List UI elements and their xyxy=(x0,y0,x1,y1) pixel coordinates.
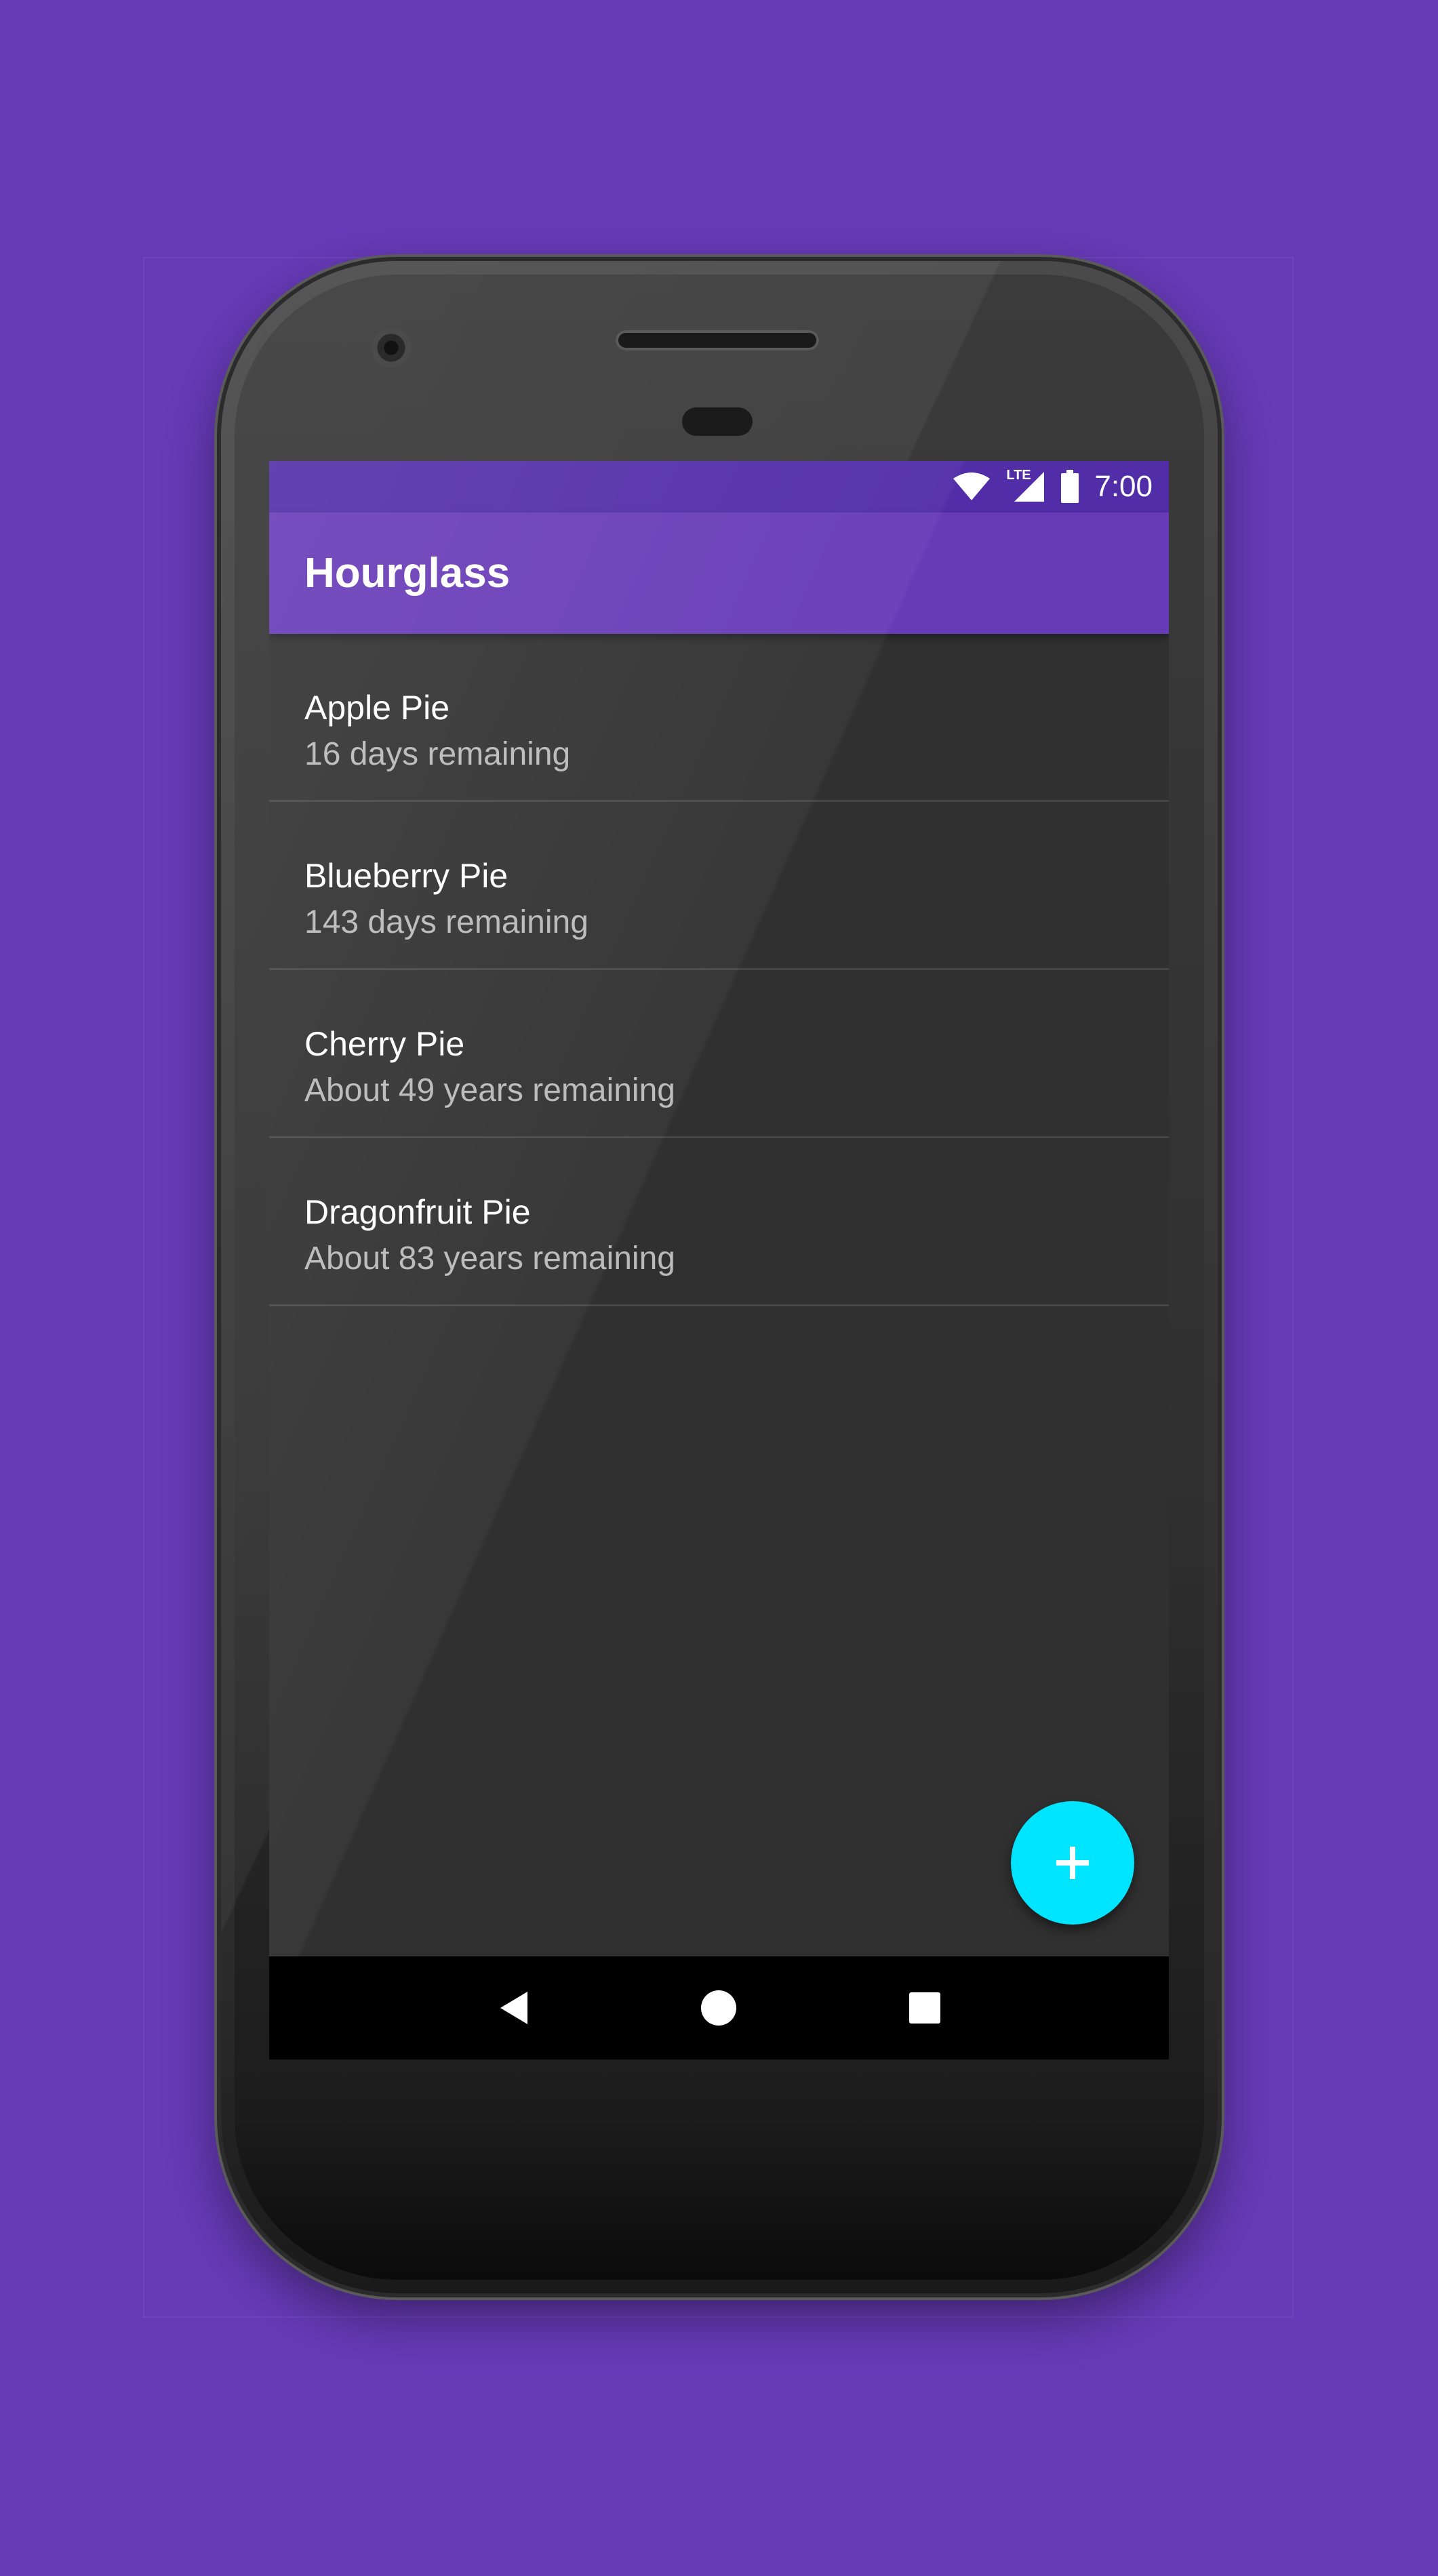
add-timer-button[interactable] xyxy=(1011,1801,1134,1925)
home-button[interactable] xyxy=(667,1956,770,2059)
status-time: 7:00 xyxy=(1094,470,1153,503)
list-item[interactable]: Dragonfruit Pie About 83 years remaining xyxy=(269,1138,1169,1306)
list-item[interactable]: Blueberry Pie 143 days remaining xyxy=(269,802,1169,970)
item-subtitle: About 49 years remaining xyxy=(304,1072,675,1108)
app-title: Hourglass xyxy=(304,550,511,597)
back-icon xyxy=(500,1992,527,2024)
back-button[interactable] xyxy=(462,1956,565,2059)
signal-group: LTE xyxy=(1006,468,1045,503)
signal-icon xyxy=(1014,472,1045,502)
status-bar: LTE 7:00 xyxy=(269,461,1169,512)
item-title: Cherry Pie xyxy=(304,1025,465,1063)
status-icons: LTE 7:00 xyxy=(952,461,1153,512)
front-camera-icon xyxy=(372,328,411,367)
item-title: Apple Pie xyxy=(304,689,450,727)
item-subtitle: 143 days remaining xyxy=(304,904,588,940)
battery-icon xyxy=(1061,470,1079,503)
home-icon xyxy=(701,1990,736,2026)
wifi-icon xyxy=(953,472,991,500)
screen: LTE 7:00 Hourglass Apple Pie 16 days rem… xyxy=(269,461,1169,2059)
item-subtitle: About 83 years remaining xyxy=(304,1241,675,1276)
recents-button[interactable] xyxy=(873,1956,976,2059)
proximity-sensor xyxy=(682,407,753,436)
list-item[interactable]: Cherry Pie About 49 years remaining xyxy=(269,970,1169,1138)
list-item[interactable]: Apple Pie 16 days remaining xyxy=(269,634,1169,802)
app-bar: Hourglass xyxy=(269,512,1169,634)
system-nav-bar xyxy=(269,1956,1169,2059)
earpiece-speaker xyxy=(616,330,819,350)
recents-icon xyxy=(909,1992,940,2024)
plus-icon xyxy=(1056,1847,1089,1879)
item-subtitle: 16 days remaining xyxy=(304,736,571,772)
item-title: Dragonfruit Pie xyxy=(304,1193,531,1231)
item-title: Blueberry Pie xyxy=(304,857,508,895)
timer-list: Apple Pie 16 days remaining Blueberry Pi… xyxy=(269,634,1169,1306)
